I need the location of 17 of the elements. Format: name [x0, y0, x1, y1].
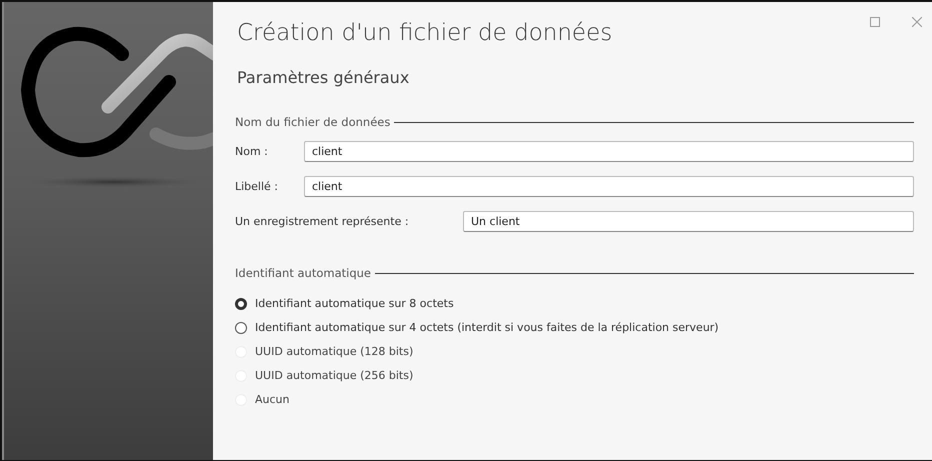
- group-title: Nom du fichier de données: [235, 115, 390, 129]
- radio-button[interactable]: [235, 322, 247, 334]
- text-field[interactable]: Un client: [463, 211, 914, 232]
- field-label: Nom :: [235, 145, 269, 158]
- option-label: UUID automatique (256 bits): [255, 369, 414, 382]
- option-label: UUID automatique (128 bits): [255, 345, 414, 358]
- section-subtitle: Paramètres généraux: [237, 68, 410, 87]
- option-label: Aucun: [255, 393, 290, 406]
- window-title: Création d'un fichier de données: [237, 20, 612, 46]
- option-label: Identifiant automatique sur 8 octets: [255, 297, 454, 310]
- text-field[interactable]: client: [304, 176, 914, 197]
- field-label: Un enregistrement représente :: [235, 215, 410, 228]
- radio-button[interactable]: [235, 298, 247, 310]
- group-title: Identifiant automatique: [235, 266, 372, 280]
- text-field[interactable]: client: [304, 141, 914, 162]
- option-label: Identifiant automatique sur 4 octets (interdit si vous faites de la réplication serveur): [255, 321, 719, 334]
- field-label: Libellé :: [235, 180, 280, 193]
